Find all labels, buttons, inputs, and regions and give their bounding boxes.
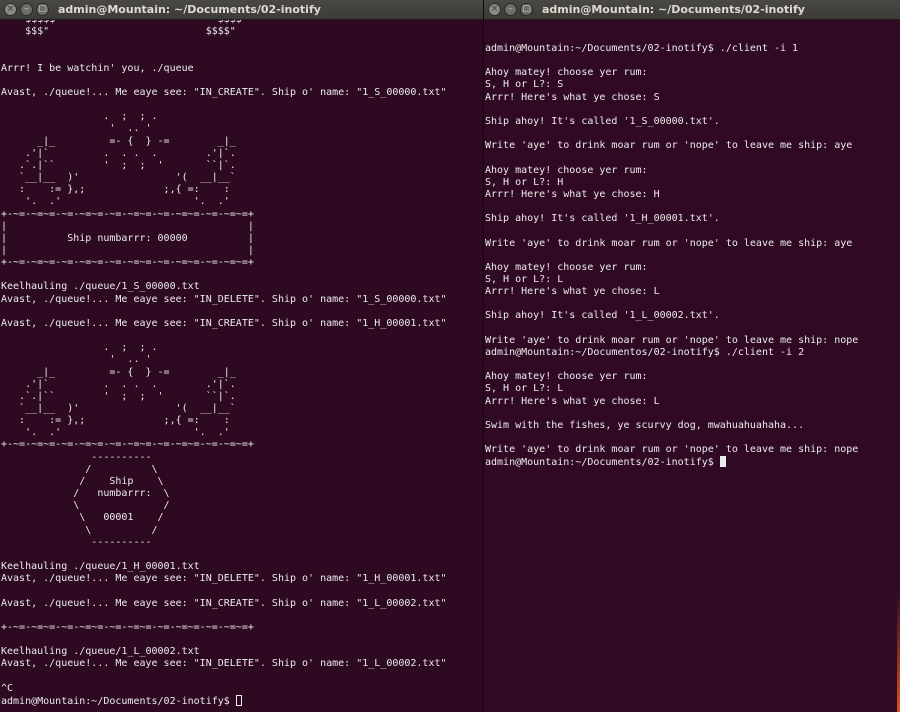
cursor-icon [235,694,242,706]
output-text: admin@Mountain:~/Documents/02-inotify$ .… [485,43,859,456]
maximize-icon[interactable]: □ [36,3,49,16]
window-buttons: × – □ [4,3,49,16]
minimize-icon[interactable]: – [20,3,33,16]
minimize-icon[interactable]: – [504,3,517,16]
right-terminal-titlebar[interactable]: × – □ admin@Mountain: ~/Documents/02-ino… [484,0,900,20]
left-terminal-window[interactable]: × – □ admin@Mountain: ~/Documents/02-ino… [0,0,483,712]
shell-prompt: admin@Mountain:~/Documents/02-inotify$ [1,695,236,707]
terminal-output[interactable]: admin@Mountain:~/Documents/02-inotify$ .… [484,43,900,469]
cursor-icon [719,456,726,468]
window-buttons: × – □ [488,3,533,16]
window-title: admin@Mountain: ~/Documents/02-inotify [542,3,805,16]
left-terminal-titlebar[interactable]: × – □ admin@Mountain: ~/Documents/02-ino… [0,0,483,20]
close-icon[interactable]: × [4,3,17,16]
shell-prompt: admin@Mountain:~/Documents/02-inotify$ [485,457,720,469]
close-icon[interactable]: × [488,3,501,16]
window-title: admin@Mountain: ~/Documents/02-inotify [58,3,321,16]
maximize-icon[interactable]: □ [520,3,533,16]
output-text: "$$$$$" ""$$$$"" $$$" $$$$" Arrr! I be w… [1,14,447,694]
terminal-output[interactable]: "$$$$$" ""$$$$"" $$$" $$$$" Arrr! I be w… [0,14,483,708]
right-terminal-window[interactable]: × – □ admin@Mountain: ~/Documents/02-ino… [484,0,900,712]
